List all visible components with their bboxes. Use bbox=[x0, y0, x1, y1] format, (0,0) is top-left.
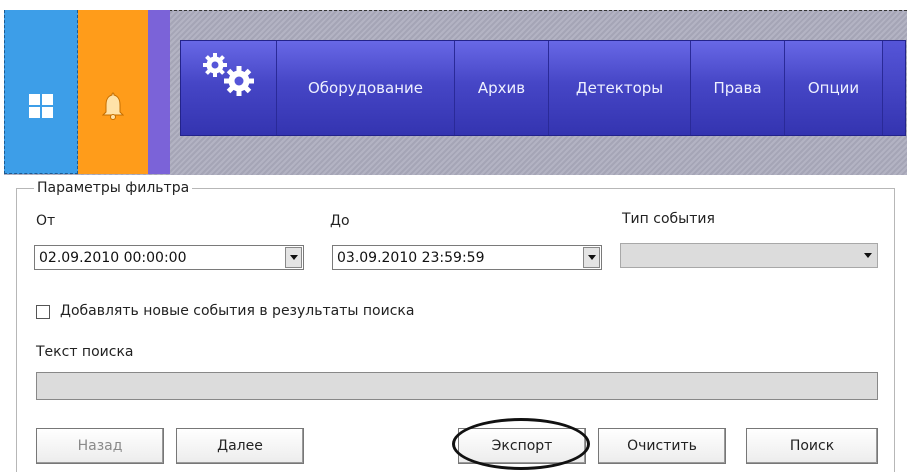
notifications-tile[interactable] bbox=[78, 10, 148, 174]
add-new-events-label: Добавлять новые события в результаты пои… bbox=[60, 303, 415, 319]
to-dropdown-button[interactable] bbox=[583, 247, 600, 268]
from-label: От bbox=[36, 213, 56, 229]
add-new-events-checkbox[interactable] bbox=[36, 305, 50, 319]
from-dropdown-button[interactable] bbox=[285, 247, 302, 268]
from-date-value: 02.09.2010 00:00:00 bbox=[39, 250, 187, 266]
gears-icon bbox=[202, 53, 254, 96]
chevron-down-icon bbox=[863, 253, 872, 258]
search-button[interactable]: Поиск bbox=[746, 428, 878, 464]
clear-button[interactable]: Очистить bbox=[598, 428, 726, 464]
main-nav: Оборудование Архив Детекторы Права Опции bbox=[180, 40, 906, 136]
nav-item-detectors[interactable]: Детекторы bbox=[549, 41, 691, 135]
windows-tile[interactable] bbox=[4, 10, 78, 174]
filter-legend: Параметры фильтра bbox=[34, 180, 193, 196]
chevron-down-icon bbox=[587, 255, 596, 260]
nav-end bbox=[883, 41, 905, 135]
nav-item-options[interactable]: Опции bbox=[785, 41, 883, 135]
from-date-select[interactable]: 02.09.2010 00:00:00 bbox=[34, 245, 304, 270]
to-date-value: 03.09.2010 23:59:59 bbox=[337, 250, 485, 266]
export-highlight-ring bbox=[452, 418, 590, 470]
windows-icon bbox=[29, 93, 53, 118]
to-date-select[interactable]: 03.09.2010 23:59:59 bbox=[332, 245, 602, 270]
event-type-label: Тип события bbox=[622, 211, 715, 227]
search-text-label: Текст поиска bbox=[36, 344, 134, 360]
chevron-down-icon bbox=[289, 255, 298, 260]
nav-item-rights[interactable]: Права bbox=[691, 41, 785, 135]
settings-nav-button[interactable] bbox=[181, 41, 277, 135]
nav-item-archive[interactable]: Архив bbox=[455, 41, 549, 135]
event-type-select[interactable] bbox=[620, 243, 878, 268]
search-text-input[interactable] bbox=[36, 372, 878, 400]
side-tile bbox=[148, 10, 170, 174]
to-label: До bbox=[330, 213, 350, 229]
bell-icon bbox=[102, 92, 124, 120]
next-button[interactable]: Далее bbox=[176, 428, 304, 464]
nav-item-equipment[interactable]: Оборудование bbox=[277, 41, 455, 135]
back-button[interactable]: Назад bbox=[36, 428, 164, 464]
event-type-dropdown-button[interactable] bbox=[859, 245, 876, 266]
